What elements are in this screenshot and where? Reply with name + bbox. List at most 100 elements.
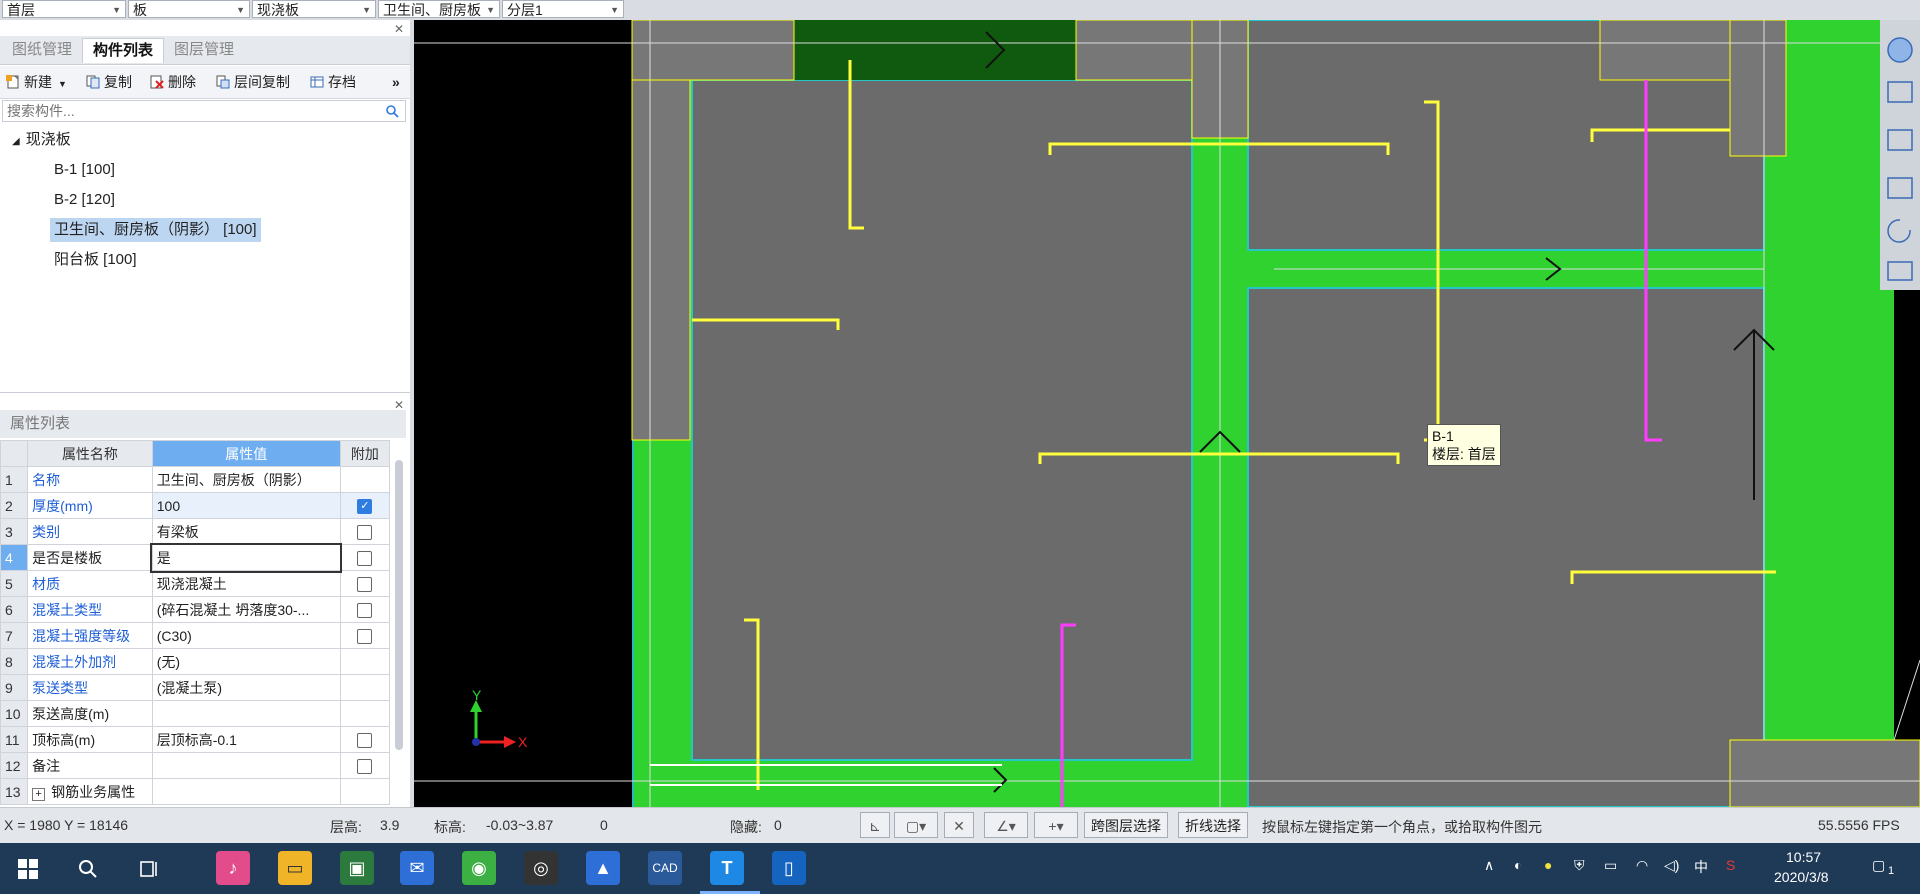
input-language[interactable]: 中 [1694,857,1708,877]
cad-drawing[interactable]: Y X [414,19,1920,808]
attach-cell[interactable] [339,544,391,571]
tree-item[interactable]: B-1 [100] [54,158,115,182]
attach-cell[interactable] [339,518,391,545]
qq-icon[interactable]: ◐ [1514,857,1522,873]
save-button[interactable]: 存档 [310,72,356,92]
notification-icon[interactable]: ▢ [1872,857,1885,874]
attach-cell[interactable] [339,752,391,779]
security-shield-icon[interactable]: ⛨ [1574,857,1585,874]
task-view-icon[interactable] [138,859,160,879]
property-value[interactable]: 现浇混凝土 [151,570,341,597]
tab-layer-management[interactable]: 图层管理 [164,38,244,62]
polyline-select-button[interactable]: 折线选择 [1178,812,1248,838]
cross-layer-select-button[interactable]: 跨图层选择 [1084,812,1168,838]
checkbox[interactable] [357,576,373,592]
property-value[interactable]: 100 [151,492,341,519]
attach-cell[interactable] [339,596,391,623]
table-row[interactable]: 3 类别 有梁板 [0,518,391,545]
checkbox[interactable] [357,758,373,774]
browser-icon[interactable]: ◉ [462,851,496,885]
property-value[interactable]: (C30) [151,622,341,649]
sogou-ime-icon[interactable]: S [1726,857,1735,873]
snap-icon[interactable]: +▾ [1034,812,1078,838]
property-value[interactable]: (无) [151,648,341,675]
table-row[interactable]: 4 是否是楼板是 [0,542,391,573]
table-row[interactable]: 8 混凝土外加剂 (无) [0,648,391,675]
tree-item[interactable]: B-2 [120] [54,188,115,212]
checkbox[interactable] [357,524,373,540]
wifi-icon[interactable]: ◠ [1636,857,1648,874]
table-row[interactable]: 9 泵送类型 (混凝土泵) [0,674,391,701]
property-value[interactable]: 是 [150,542,343,573]
table-row[interactable]: 12 备注 [0,752,391,779]
ortho-icon[interactable]: ⊾ [860,812,890,838]
copy-button[interactable]: 复制 [86,72,132,92]
phone-app-icon[interactable]: ▯ [772,851,806,885]
property-value[interactable]: 层顶标高-0.1 [151,726,341,753]
subtype-select[interactable]: 现浇板 ▼ [252,0,376,18]
table-row[interactable]: 6 混凝土类型 (碎石混凝土 坍落度30-... [0,596,391,623]
media-player-icon[interactable]: ◎ [524,851,558,885]
checkbox[interactable] [357,628,373,644]
tree-root[interactable]: ◢ 现浇板 [12,128,71,152]
search-input[interactable] [5,101,379,121]
table-row[interactable]: 11 顶标高(m) 层顶标高-0.1 [0,726,391,753]
floor-copy-button[interactable]: 层间复制 [216,72,290,92]
photos-icon[interactable]: ▲ [586,851,620,885]
property-value[interactable] [151,752,341,779]
file-explorer-icon[interactable]: ▭ [278,851,312,885]
table-row[interactable]: 2 厚度(mm) 100 ✓ [0,492,391,519]
tree-item[interactable]: 阳台板 [100] [54,248,137,272]
component-select[interactable]: 卫生间、厨房板 ▼ [378,0,500,18]
cad-app-icon[interactable]: CAD [648,851,682,885]
windows-start-icon[interactable] [18,859,38,879]
property-value[interactable]: 卫生间、厨房板（阴影） [151,466,341,493]
property-value[interactable]: 有梁板 [151,518,341,545]
table-row[interactable]: 1 名称 卫生间、厨房板（阴影） [0,466,391,493]
more-icon[interactable]: » [392,72,400,92]
select-box-icon[interactable]: ▢▾ [894,812,938,838]
mail-icon[interactable]: ✉ [400,851,434,885]
delete-button[interactable]: 删除 [150,72,196,92]
tray-app-icon[interactable]: ● [1544,857,1552,873]
property-value[interactable]: (碎石混凝土 坍落度30-... [151,596,341,623]
music-app-icon[interactable]: ♪ [216,851,250,885]
search-icon[interactable] [386,105,399,118]
search-icon[interactable] [78,859,98,879]
table-row[interactable]: 10 泵送高度(m) [0,700,391,727]
clock-date[interactable]: 2020/3/8 [1774,869,1829,885]
floor-select[interactable]: 首层 ▼ [2,0,126,18]
clock-time[interactable]: 10:57 [1786,849,1821,865]
checkbox-checked[interactable]: ✓ [357,498,373,514]
volume-icon[interactable]: ◁) [1664,857,1679,874]
expand-triangle-icon[interactable]: ◢ [12,136,20,147]
glodon-app-icon[interactable]: T [710,851,744,885]
close-icon[interactable]: ✕ [394,22,404,36]
checkbox[interactable] [357,602,373,618]
attach-cell[interactable] [339,726,391,753]
attach-cell[interactable] [339,622,391,649]
angle-icon[interactable]: ∠▾ [984,812,1028,838]
type-select[interactable]: 板 ▼ [128,0,250,18]
table-row[interactable]: 7 混凝土强度等级 (C30) [0,622,391,649]
tree-item-selected[interactable]: 卫生间、厨房板（阴影） [100] [50,218,261,242]
new-button[interactable]: 新建 ▼ [6,72,67,92]
tray-chevron-up-icon[interactable]: ∧ [1484,857,1494,874]
store-icon[interactable]: ▣ [340,851,374,885]
property-value[interactable]: (混凝土泵) [151,674,341,701]
cancel-select-icon[interactable]: ✕ [944,812,974,838]
tab-component-list[interactable]: 构件列表 [82,38,165,63]
property-value[interactable] [151,778,341,805]
attach-cell[interactable] [339,570,391,597]
expand-plus-icon[interactable]: + [32,787,46,801]
scrollbar[interactable] [395,460,403,750]
attach-cell[interactable]: ✓ [339,492,391,519]
battery-icon[interactable]: ▭ [1604,857,1617,874]
table-row[interactable]: 5 材质 现浇混凝土 [0,570,391,597]
checkbox[interactable] [357,550,373,566]
drawing-canvas[interactable]: Y X B-1 楼层: 首层 [414,19,1920,808]
property-value[interactable] [151,700,341,727]
table-row[interactable]: 13 + 钢筋业务属性 [0,778,391,805]
tab-drawing-management[interactable]: 图纸管理 [2,38,82,62]
checkbox[interactable] [357,732,373,748]
